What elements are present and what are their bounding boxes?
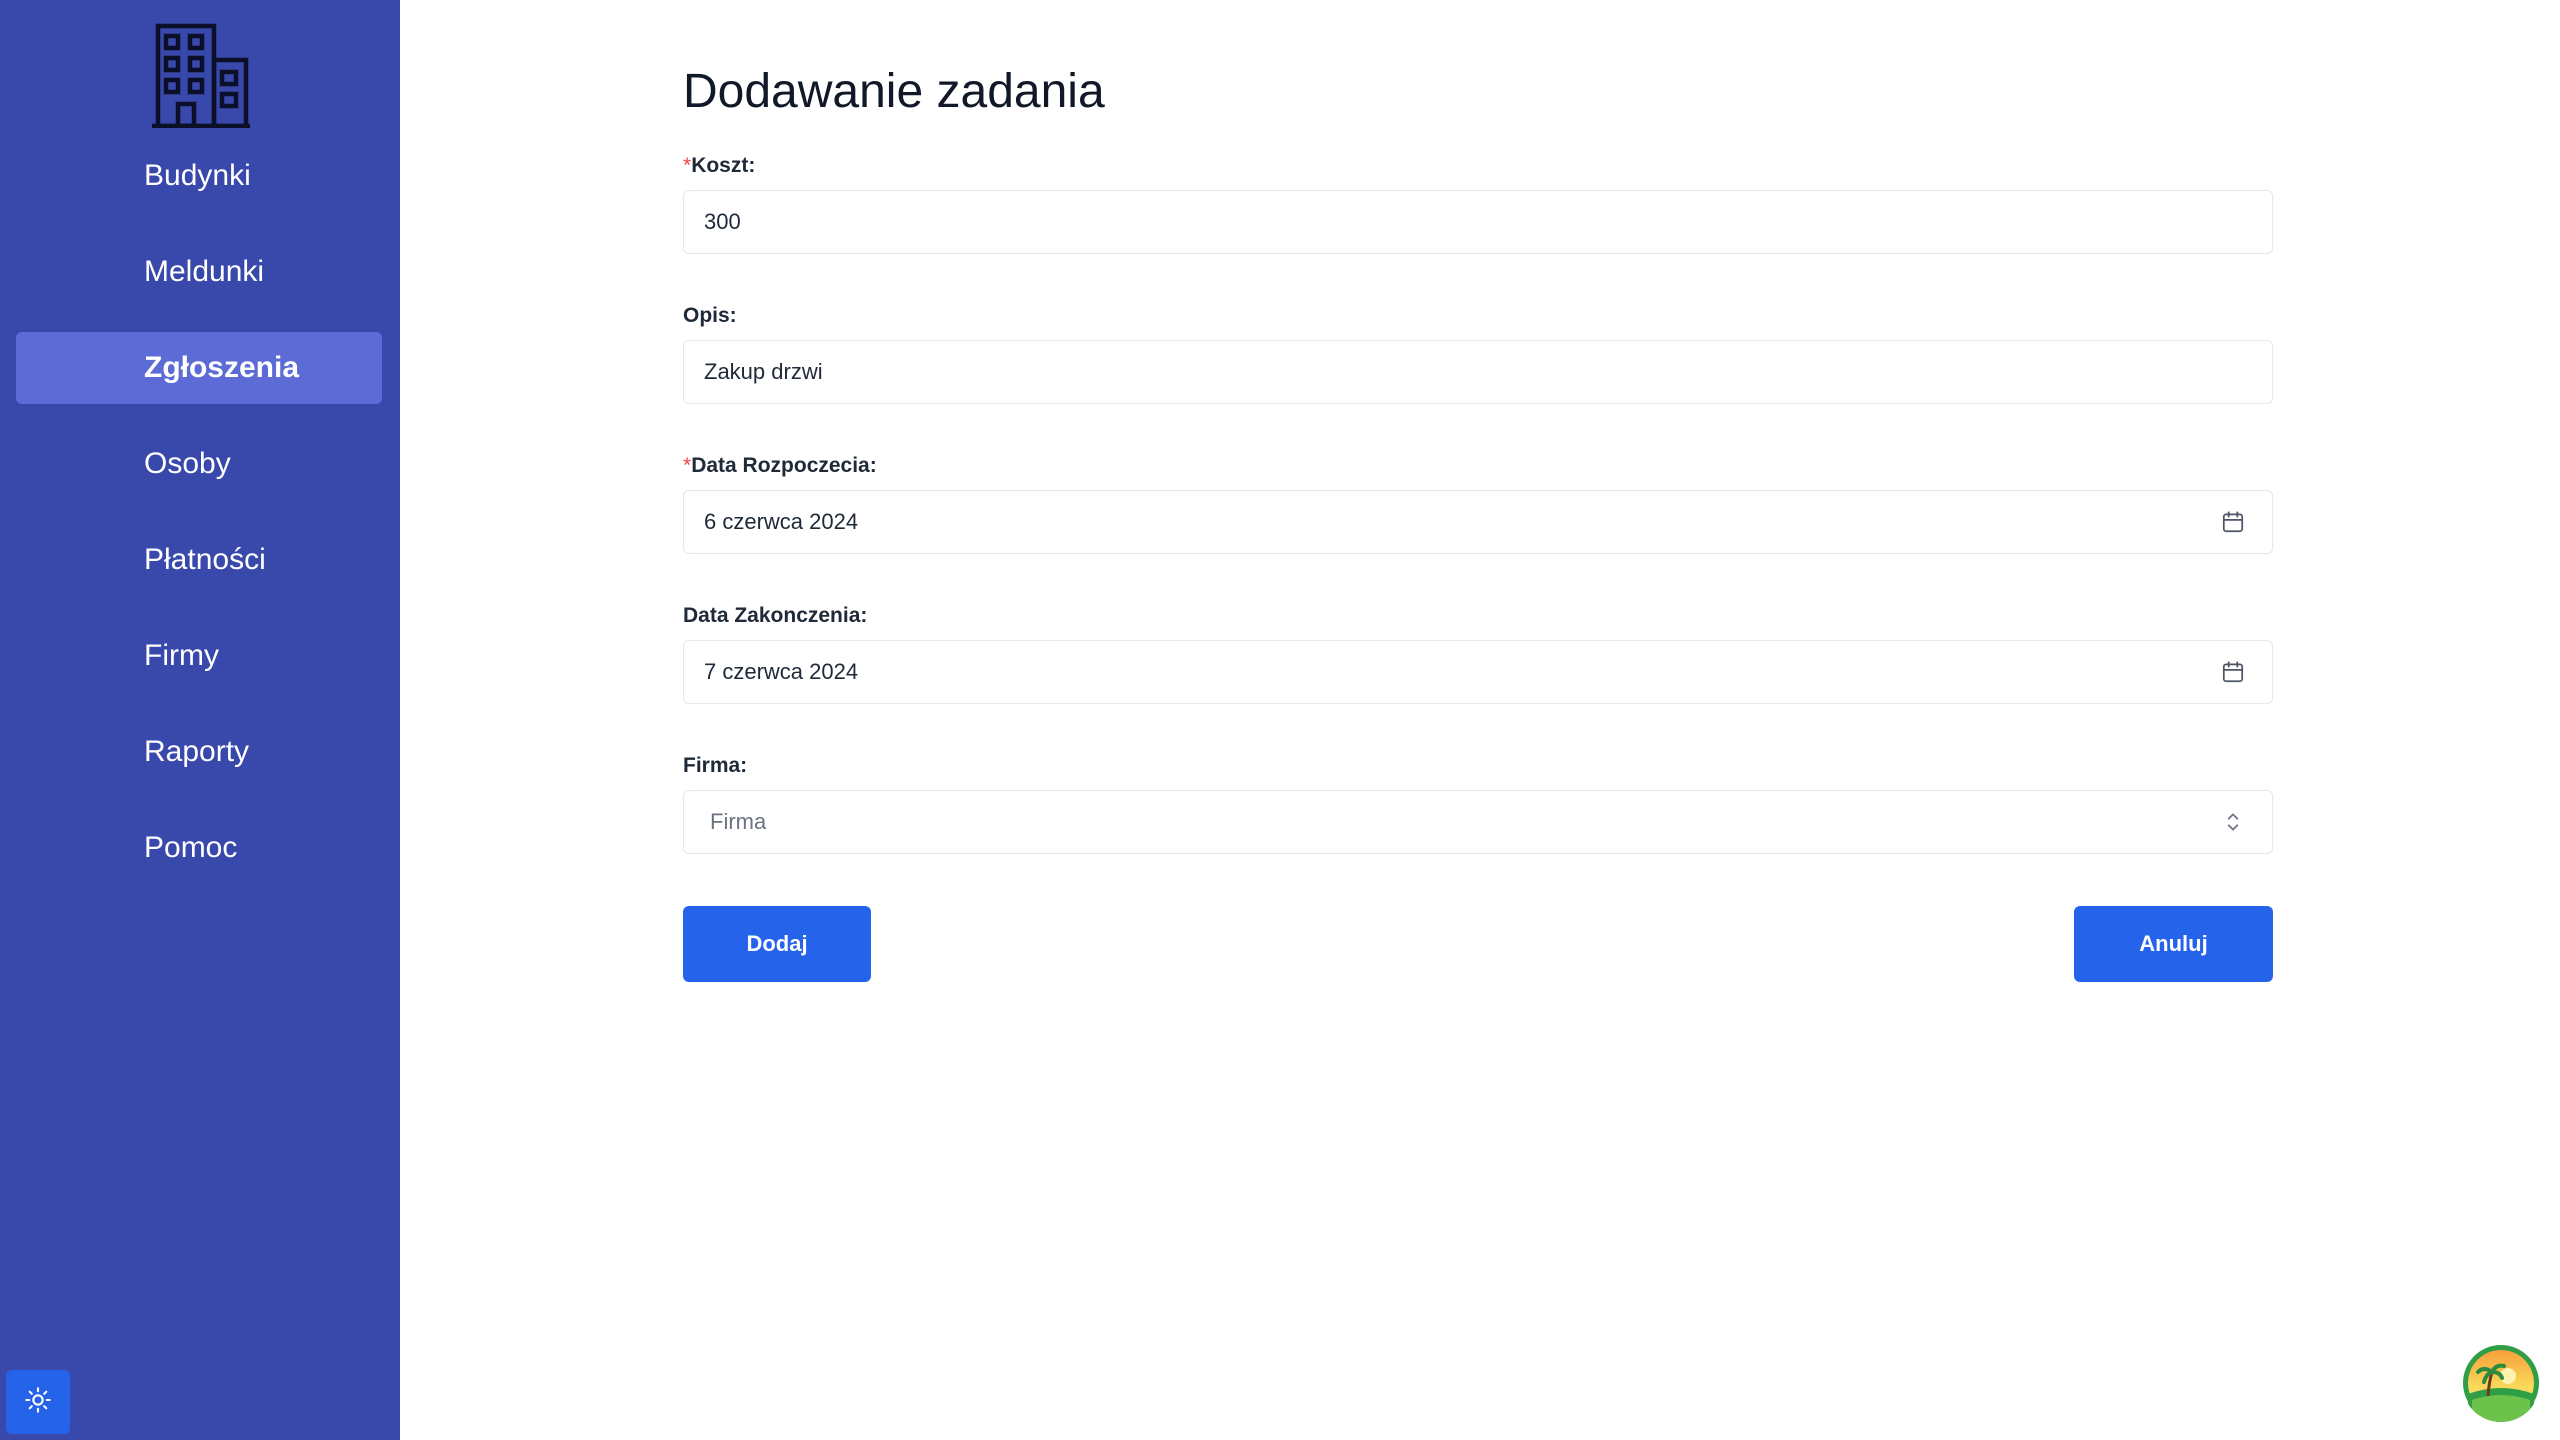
calendar-icon[interactable] [2220, 659, 2246, 685]
company-label: Firma: [683, 754, 748, 777]
sidebar-item-firmy[interactable]: Firmy [16, 620, 382, 692]
cost-label: *Koszt: [683, 154, 756, 177]
sidebar-item-zgloszenia[interactable]: Zgłoszenia [16, 332, 382, 404]
cost-field-wrapper [683, 190, 2273, 254]
sidebar-item-pomoc[interactable]: Pomoc [16, 812, 382, 884]
building-icon[interactable] [150, 22, 252, 129]
avatar[interactable] [2462, 1344, 2540, 1422]
sidebar-item-platnosci[interactable]: Płatności [16, 524, 382, 596]
theme-toggle-button[interactable] [6, 1370, 70, 1434]
chevron-up-down-icon [2220, 809, 2246, 835]
end-date-field-wrapper [683, 640, 2273, 704]
add-button[interactable]: Dodaj [683, 906, 871, 982]
end-date-label: Data Zakonczenia: [683, 604, 868, 627]
start-date-input[interactable] [684, 491, 2272, 553]
sidebar-item-meldunki[interactable]: Meldunki [16, 236, 382, 308]
app-root: Budynki Meldunki Zgłoszenia Osoby Płatno… [0, 0, 2560, 1440]
company-select[interactable]: Firma [683, 790, 2273, 854]
required-marker: * [683, 454, 692, 477]
description-label: Opis: [683, 304, 737, 327]
cost-input[interactable] [684, 191, 2272, 253]
required-marker: * [683, 154, 692, 177]
sidebar-item-budynki[interactable]: Budynki [16, 140, 382, 212]
sidebar-item-raporty[interactable]: Raporty [16, 716, 382, 788]
end-date-input[interactable] [684, 641, 2272, 703]
company-select-placeholder: Firma [710, 809, 767, 834]
main-content: Dodawanie zadania *Koszt: Opis: *Data Ro… [400, 0, 2560, 1440]
sidebar: Budynki Meldunki Zgłoszenia Osoby Płatno… [0, 0, 400, 1440]
sun-icon [24, 1386, 52, 1419]
description-field-wrapper [683, 340, 2273, 404]
start-date-label: *Data Rozpoczecia: [683, 454, 877, 477]
page-title: Dodawanie zadania [683, 65, 1105, 118]
start-date-field-wrapper [683, 490, 2273, 554]
description-input[interactable] [684, 341, 2272, 403]
cancel-button[interactable]: Anuluj [2074, 906, 2273, 982]
sidebar-item-osoby[interactable]: Osoby [16, 428, 382, 500]
calendar-icon[interactable] [2220, 509, 2246, 535]
